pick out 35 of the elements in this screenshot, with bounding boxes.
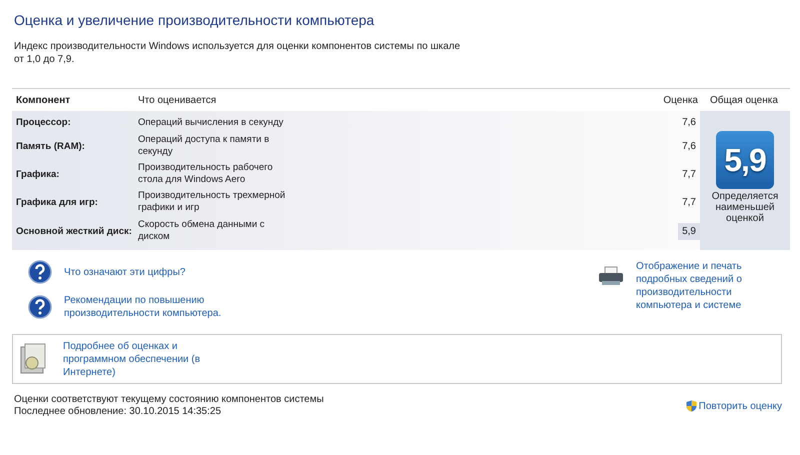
measure-description: Операций доступа к памяти в секунду: [137, 134, 270, 158]
overall-score-badge: 5,9: [716, 131, 774, 189]
component-score: 5,9: [678, 222, 700, 240]
status-text: Последнее обновление: 30.10.2015 14:35:25: [14, 406, 222, 418]
column-header: Компонент: [15, 94, 72, 108]
measure-description: Операций вычисления в секунду: [137, 116, 284, 128]
component-name: Память (RAM):: [15, 140, 86, 152]
online-info-link[interactable]: Подробнее об оценках и программном обеспечении (в Интернете): [63, 340, 243, 378]
help-icon: [28, 260, 52, 284]
component-score: 7,6: [681, 116, 697, 130]
help-icon: [28, 295, 52, 319]
component-name: Процессор:: [15, 117, 72, 128]
help-link[interactable]: Рекомендации по повышению производительности компьютера.: [64, 294, 244, 320]
printer-icon: [598, 266, 624, 286]
status-text: Оценки соответствуют текущему состоянию компонентов системы: [14, 394, 324, 406]
measure-description: Производительность рабочего стола для Windows Aero: [137, 162, 274, 186]
component-score: 7,7: [681, 196, 697, 210]
measure-description: Производительность трехмерной графики и игр: [137, 190, 286, 214]
help-link[interactable]: Что означают эти цифры?: [64, 266, 244, 278]
column-header: Общая оценка: [709, 94, 779, 108]
component-score: 7,7: [681, 168, 697, 182]
print-details-link[interactable]: Отображение и печать подробных сведений о производительности компьютера и системе: [636, 260, 786, 312]
component-score: 7,6: [681, 140, 697, 154]
component-name: Графика для игр:: [15, 196, 99, 208]
page-title: Оценка и увеличение производительности компьютера: [14, 12, 376, 28]
measure-description: Скорость обмена данными с диском: [137, 219, 266, 243]
rerun-assessment-link[interactable]: Повторить оценку: [686, 394, 782, 418]
shield-icon: [686, 400, 697, 412]
overall-caption: Определяется наименьшей оценкой: [710, 191, 780, 224]
column-header: Оценка: [662, 94, 699, 108]
software-box-icon: [19, 343, 47, 375]
component-name: Графика:: [15, 168, 60, 180]
column-header: Что оценивается: [137, 94, 218, 108]
component-name: Основной жесткий диск:: [15, 226, 133, 236]
description-text: Индекс производительности Windows используется для оценки компонентов системы по шкале от 1,0 до 7,9.: [14, 40, 462, 66]
